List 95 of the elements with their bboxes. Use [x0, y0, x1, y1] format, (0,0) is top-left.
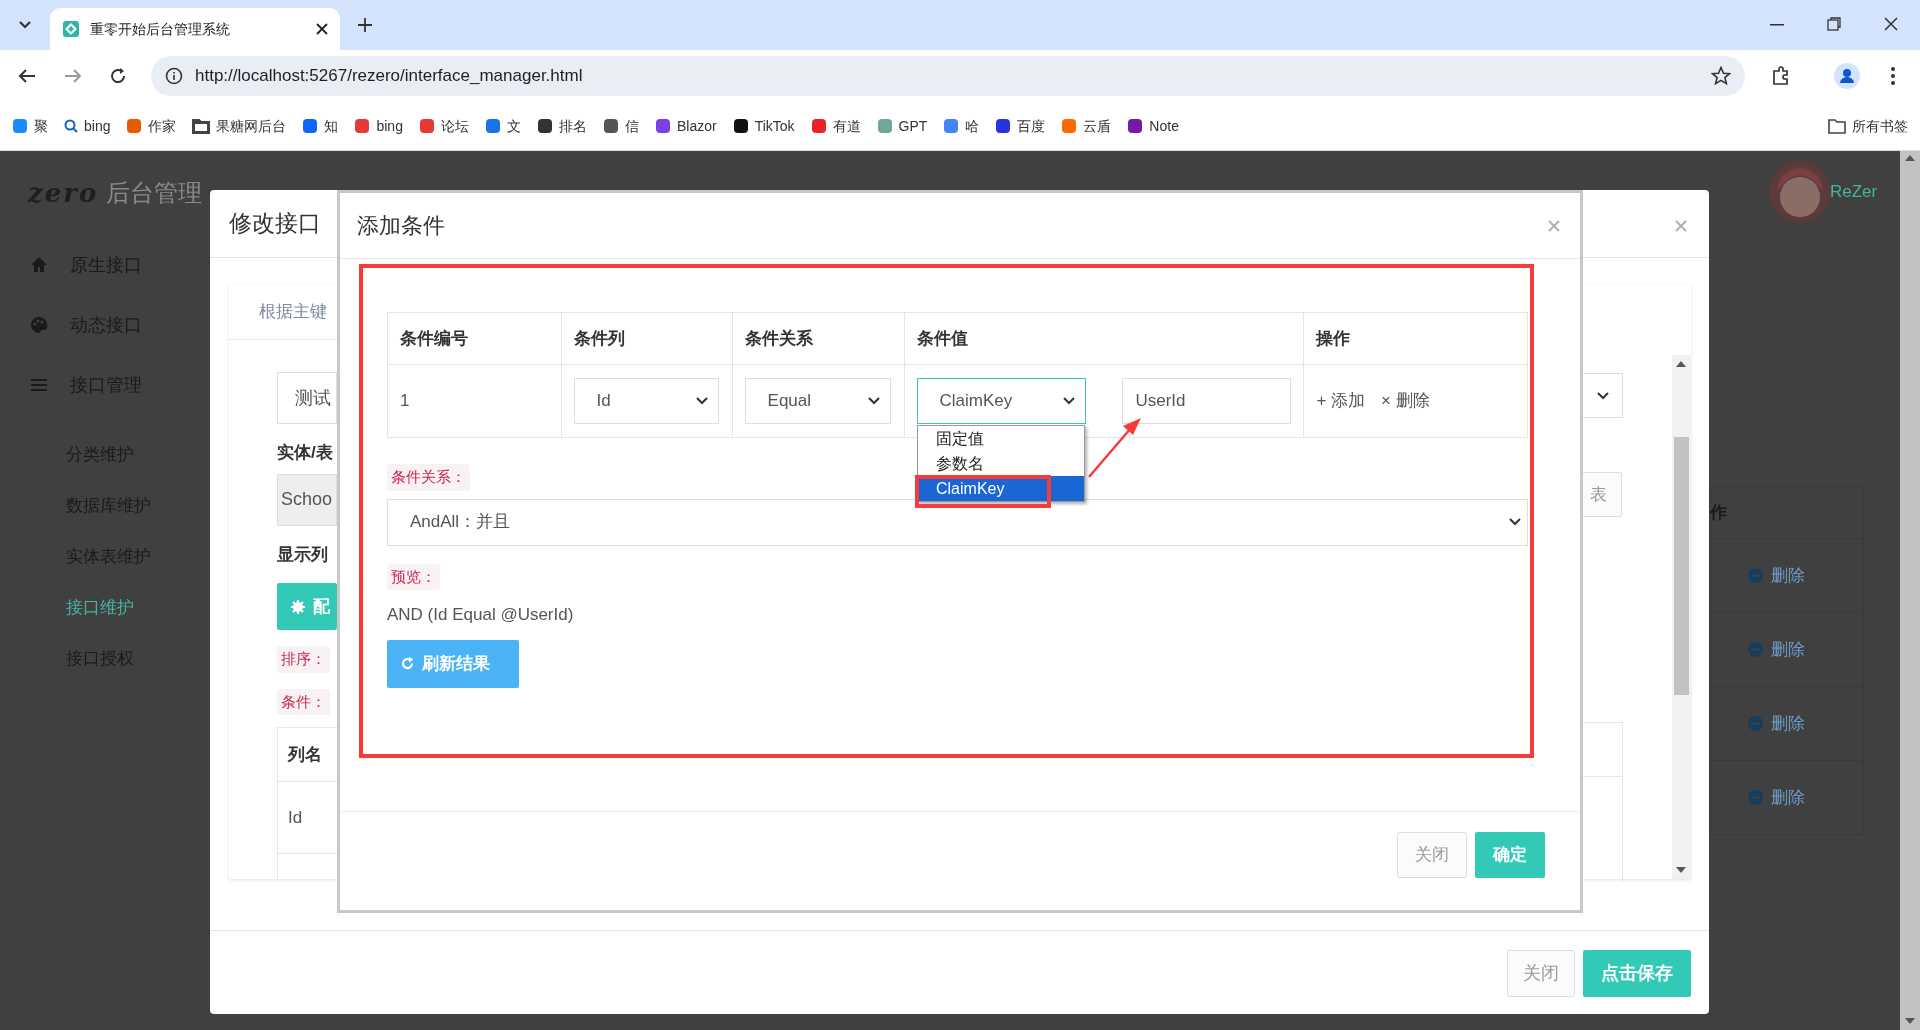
column-header: 条件编号 [400, 328, 468, 348]
chevron-down-icon [867, 397, 880, 405]
bookmark[interactable]: 信 [602, 115, 639, 137]
field-label: 实体/表 [277, 442, 333, 464]
delete-link[interactable]: 删除 [1771, 710, 1805, 737]
table-cell: 1 [400, 391, 410, 411]
browser-tab[interactable]: 重零开始后台管理系统 [50, 8, 340, 50]
star-icon[interactable] [1711, 66, 1731, 86]
address-bar[interactable]: http://localhost:5267/rezero/interface_manager.html [151, 56, 1745, 96]
bookmark[interactable]: TikTok [732, 115, 795, 137]
bookmark[interactable]: 排名 [536, 115, 587, 137]
bookmark[interactable]: 知 [302, 115, 339, 137]
chevron-down-icon [1596, 391, 1609, 400]
scroll-up-icon[interactable] [1676, 361, 1686, 367]
tab-list-icon[interactable] [18, 20, 32, 30]
folder-icon [1828, 118, 1846, 134]
bookmark[interactable]: 哈 [943, 115, 980, 137]
preview-text: AND (Id Equal @UserId) [387, 604, 575, 626]
code-label: 条件关系： [387, 464, 470, 491]
bookmark[interactable]: bing [64, 115, 111, 137]
sidebar-item[interactable]: 接口维护 [66, 594, 134, 621]
menu-icon [30, 376, 48, 394]
bookmark[interactable]: 云盾 [1061, 115, 1112, 137]
delete-link[interactable]: 删除 [1771, 562, 1805, 589]
scroll-up-icon[interactable] [1905, 155, 1915, 161]
column-header: 条件值 [916, 328, 968, 348]
modal-title: 修改接口 [229, 209, 321, 239]
bookmark[interactable]: 果糖网后台 [192, 115, 287, 137]
add-link[interactable]: + 添加 [1316, 388, 1366, 414]
minus-circle-icon [1748, 568, 1763, 583]
new-tab-icon[interactable] [358, 18, 372, 32]
table-cell-text: Id [288, 806, 303, 829]
bookmark[interactable]: bing [354, 115, 403, 137]
bookmark[interactable]: 论坛 [418, 115, 469, 137]
code-label: 排序： [277, 646, 330, 673]
home-icon [30, 256, 48, 274]
bookmark[interactable]: Blazor [654, 115, 717, 137]
delete-link[interactable]: × 删除 [1381, 388, 1430, 414]
chevron-down-icon [695, 397, 708, 405]
bookmark-folder[interactable]: 所有书签 [1828, 115, 1908, 137]
minus-circle-icon [1748, 642, 1763, 657]
bookmark[interactable]: 作家 [126, 115, 177, 137]
column-header: 条件关系 [744, 328, 813, 348]
reload-icon[interactable] [109, 67, 127, 85]
minus-circle-icon [1748, 790, 1763, 805]
select-field[interactable]: 测试 [277, 372, 337, 424]
bookmark[interactable]: GPT [876, 115, 928, 137]
chevron-down-icon [1062, 397, 1075, 405]
puzzle-icon[interactable] [1771, 66, 1791, 86]
delete-link[interactable]: 删除 [1771, 784, 1805, 811]
code-label: 条件： [277, 688, 330, 715]
app-title: 后台管理 [106, 178, 203, 208]
url-text: http://localhost:5267/rezero/interface_manager.html [195, 65, 584, 88]
scrollbar-thumb[interactable] [1674, 437, 1689, 695]
site-favicon [62, 20, 80, 38]
input-field[interactable]: UserId [1122, 378, 1292, 424]
column-header: 条件列 [573, 328, 625, 348]
delete-link[interactable]: 删除 [1771, 636, 1805, 663]
forward-icon[interactable] [64, 68, 82, 84]
user-name[interactable]: ReZer [1830, 179, 1878, 205]
refresh-icon [401, 657, 414, 670]
select-field[interactable]: Equal [744, 378, 891, 424]
close-icon[interactable] [316, 23, 328, 35]
bookmark[interactable]: 文 [484, 115, 521, 137]
input-field[interactable]: Schoo [277, 473, 337, 526]
close-icon[interactable] [1884, 17, 1898, 31]
arrow-annotation [1087, 417, 1143, 479]
bookmark[interactable]: 百度 [995, 115, 1046, 137]
select-field[interactable]: Id [573, 378, 719, 424]
chevron-down-icon [1509, 518, 1521, 526]
dropdown-option[interactable]: 参数名 [918, 451, 1084, 476]
code-label: 预览： [387, 563, 440, 590]
restore-icon[interactable] [1827, 17, 1841, 31]
minimize-icon[interactable] [1770, 24, 1784, 26]
field-label: 显示列 [277, 543, 328, 566]
more-menu-icon[interactable] [1891, 67, 1895, 85]
column-header: 操作 [1316, 328, 1351, 348]
profile-icon[interactable] [1834, 63, 1860, 89]
gear-icon [291, 599, 305, 614]
tab-title: 重零开始后台管理系统 [90, 19, 231, 39]
info-icon [165, 67, 183, 85]
column-header: 列名 [288, 743, 322, 766]
bookmark[interactable]: 聚 [12, 115, 48, 137]
bookmark[interactable]: 有道 [810, 115, 861, 137]
select-field[interactable]: AndAll：并且 [387, 498, 1528, 546]
scroll-down-icon[interactable] [1905, 1018, 1915, 1024]
bookmark[interactable]: Note [1127, 115, 1179, 137]
palette-icon [30, 316, 48, 334]
select-field[interactable]: ClaimKey [916, 378, 1086, 424]
modal-title: 添加条件 [357, 212, 445, 240]
dropdown-option[interactable]: 固定值 [918, 426, 1084, 451]
scroll-down-icon[interactable] [1676, 867, 1686, 873]
form-tab[interactable]: 根据主键 [259, 298, 327, 325]
back-icon[interactable] [18, 68, 36, 84]
minus-circle-icon [1748, 716, 1763, 731]
